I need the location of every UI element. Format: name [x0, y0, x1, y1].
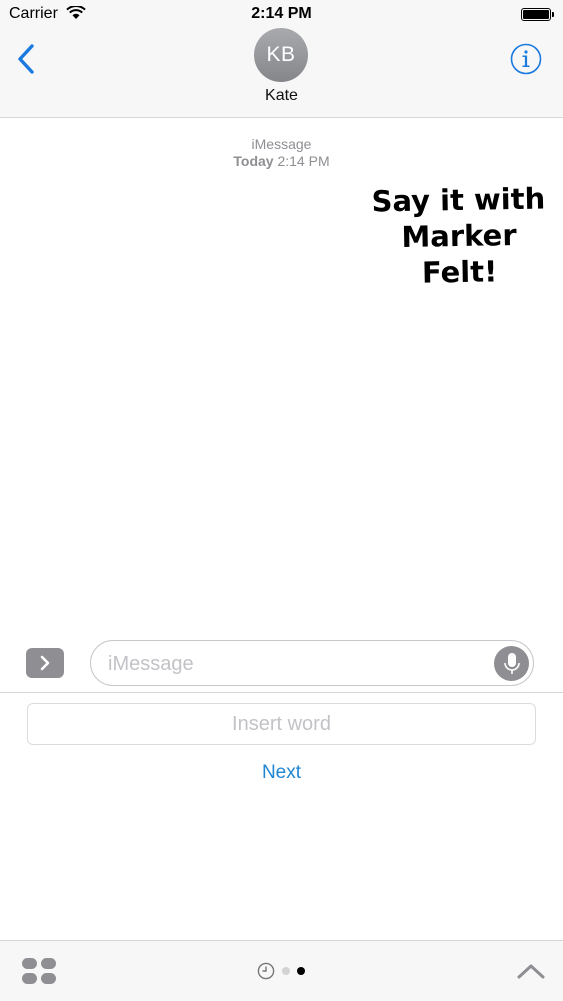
next-button[interactable]: Next: [0, 762, 563, 784]
sticker-line: Say it with: [371, 181, 546, 219]
chevron-up-icon[interactable]: [517, 962, 545, 980]
status-bar: Carrier 2:14 PM: [0, 0, 563, 30]
page-indicator-dot-active[interactable]: [297, 967, 305, 975]
page-indicator-dot[interactable]: [282, 967, 290, 975]
app-drawer-bar: [0, 940, 563, 1001]
recents-icon[interactable]: [257, 962, 275, 980]
status-time: 2:14 PM: [251, 5, 312, 22]
conversation-header: KB Kate: [0, 28, 563, 118]
time-label: 2:14 PM: [277, 153, 330, 169]
info-icon[interactable]: [510, 43, 542, 75]
message-input-placeholder: iMessage: [108, 653, 194, 675]
day-label: Today: [233, 153, 274, 169]
sticker-message[interactable]: Say it with Marker Felt!: [365, 180, 553, 291]
battery-icon: [521, 8, 554, 21]
expand-apps-button[interactable]: [26, 648, 64, 678]
avatar[interactable]: KB: [254, 28, 308, 82]
chevron-right-icon: [40, 655, 50, 671]
insert-word-field[interactable]: Insert word: [27, 703, 536, 745]
mic-icon: [504, 653, 520, 674]
message-timestamp: iMessage Today 2:14 PM: [0, 136, 563, 170]
sticker-line: Marker: [401, 217, 517, 255]
message-input[interactable]: iMessage: [90, 640, 534, 686]
back-icon[interactable]: [14, 42, 38, 76]
mic-button[interactable]: [494, 646, 529, 681]
apps-icon[interactable]: [21, 956, 57, 986]
divider: [0, 692, 563, 693]
sticker-line: Felt!: [421, 254, 498, 290]
contact-name[interactable]: Kate: [0, 87, 563, 105]
service-label: iMessage: [251, 136, 312, 152]
